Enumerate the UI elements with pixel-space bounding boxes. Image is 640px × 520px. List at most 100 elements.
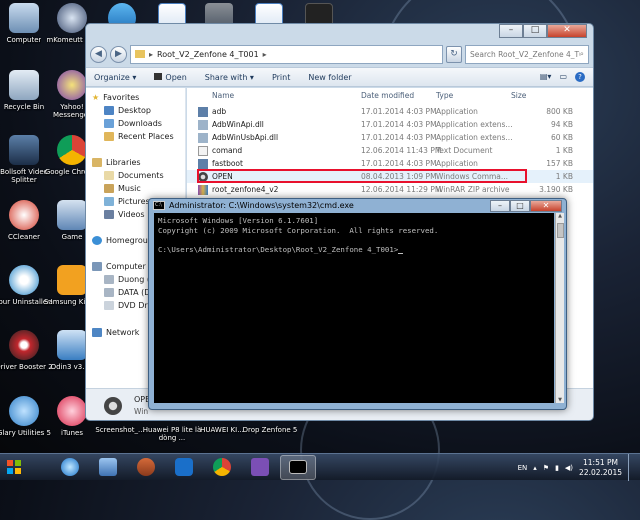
- music-icon: [104, 184, 114, 193]
- explorer-window-buttons: – □ ✕: [499, 24, 587, 38]
- glary-icon: [9, 396, 39, 426]
- command-bar: Organize ▾ Open Share with ▾ Print New f…: [86, 67, 593, 87]
- network-icon[interactable]: ▮: [555, 464, 559, 472]
- star-icon: ★: [92, 93, 100, 102]
- open-button[interactable]: Open: [154, 72, 187, 82]
- scroll-thumb[interactable]: [557, 223, 564, 238]
- address-bar[interactable]: ▸ Root_V2_Zenfone 4_T001 ▸: [130, 44, 443, 64]
- column-type[interactable]: Type: [436, 91, 453, 100]
- yahoo-icon: [57, 70, 87, 100]
- nav-libraries[interactable]: Libraries: [92, 158, 141, 167]
- start-button[interactable]: [0, 454, 28, 481]
- console-line: Microsoft Windows [Version 6.1.7601]: [158, 216, 319, 225]
- taskbar: EN ▴ ⚑ ▮ ◀) 11:51 PM 22.02.2015: [0, 453, 640, 481]
- documents-icon: [104, 171, 114, 180]
- flag-icon[interactable]: ⚑: [543, 464, 549, 472]
- column-size[interactable]: Size: [511, 91, 526, 100]
- taskbar-cmd[interactable]: [280, 454, 316, 480]
- column-date[interactable]: Date modified: [361, 91, 414, 100]
- view-options-icon[interactable]: ▤▾: [540, 72, 552, 82]
- taskbar-chrome[interactable]: [204, 455, 240, 480]
- forward-button[interactable]: ▶: [110, 45, 127, 63]
- teamviewer-icon: [175, 458, 193, 476]
- scroll-down-icon[interactable]: ▼: [556, 397, 564, 403]
- scroll-up-icon[interactable]: ▲: [556, 213, 564, 219]
- pictures-icon: [104, 197, 114, 206]
- kies-icon: [57, 265, 87, 295]
- network-icon: [92, 328, 102, 337]
- cmd-icon: C:\: [153, 201, 165, 210]
- taskbar-app[interactable]: [128, 455, 164, 480]
- desktop-icon: [104, 106, 114, 115]
- organize-button[interactable]: Organize ▾: [94, 73, 136, 82]
- cmd-titlebar[interactable]: C:\ Administrator: C:\Windows\system32\c…: [153, 201, 354, 210]
- chrome-icon: [213, 458, 231, 476]
- cmd-close-button[interactable]: ✕: [530, 200, 562, 212]
- nav-videos[interactable]: Videos: [104, 210, 145, 219]
- system-tray: EN ▴ ⚑ ▮ ◀) 11:51 PM 22.02.2015: [518, 454, 640, 481]
- computer-icon: [9, 3, 39, 33]
- nav-favorites[interactable]: ★ Favorites: [92, 93, 139, 102]
- view-controls: ▤▾ ▭ ?: [540, 72, 593, 82]
- volume-icon[interactable]: ◀): [565, 464, 573, 472]
- details-type: Win: [134, 407, 149, 416]
- file-row-adbwinapi[interactable]: AdbWinApi.dll 17.01.2014 4:03 PM Applica…: [187, 118, 593, 131]
- taskbar-ie[interactable]: [52, 455, 88, 480]
- cmd-scrollbar[interactable]: ▲ ▼: [555, 213, 564, 403]
- preview-pane-icon[interactable]: ▭: [559, 72, 567, 82]
- nav-recent-places[interactable]: Recent Places: [104, 132, 174, 141]
- print-button[interactable]: Print: [272, 73, 290, 82]
- search-input[interactable]: Search Root_V2_Zenfone 4_T001 ⌕: [465, 44, 589, 64]
- back-button[interactable]: ◀: [90, 45, 107, 63]
- refresh-button[interactable]: ↻: [446, 45, 462, 63]
- archive-icon: [198, 185, 208, 195]
- show-desktop-button[interactable]: [628, 454, 636, 481]
- folder-icon: [57, 200, 87, 230]
- uninstaller-icon: [9, 265, 39, 295]
- close-button[interactable]: ✕: [547, 24, 587, 38]
- nav-network[interactable]: Network: [92, 328, 139, 337]
- taskbar-visual-studio[interactable]: [242, 455, 278, 480]
- drive-icon: [104, 288, 114, 297]
- new-folder-button[interactable]: New folder: [308, 73, 351, 82]
- cmd-minimize-button[interactable]: –: [490, 200, 510, 212]
- nav-documents[interactable]: Documents: [104, 171, 164, 180]
- file-row-adbwinusbapi[interactable]: AdbWinUsbApi.dll 17.01.2014 4:03 PM Appl…: [187, 131, 593, 144]
- folder-icon: [135, 50, 145, 58]
- console-prompt-line: C:\Users\Administrator\Desktop\Root_V2_Z…: [158, 245, 550, 254]
- nav-music[interactable]: Music: [104, 184, 141, 193]
- nav-downloads[interactable]: Downloads: [104, 119, 162, 128]
- file-row-comand[interactable]: comand 12.06.2014 11:43 PM Text Document…: [187, 144, 593, 157]
- column-name[interactable]: Name: [212, 91, 234, 100]
- nav-computer[interactable]: Computer: [92, 262, 146, 271]
- breadcrumb-current[interactable]: Root_V2_Zenfone 4_T001: [157, 50, 259, 59]
- internet-explorer-icon: [61, 458, 79, 476]
- taskbar-explorer[interactable]: [90, 455, 126, 480]
- share-with-button[interactable]: Share with ▾: [205, 73, 254, 82]
- homegroup-icon: [92, 236, 102, 245]
- console-output[interactable]: Microsoft Windows [Version 6.1.7601] Copy…: [154, 213, 554, 403]
- visual-studio-icon: [251, 458, 269, 476]
- dll-icon: [198, 120, 208, 130]
- application-icon: [198, 107, 208, 117]
- nav-desktop[interactable]: Desktop: [104, 106, 151, 115]
- application-icon: [198, 159, 208, 169]
- language-indicator[interactable]: EN: [518, 464, 528, 472]
- clock[interactable]: 11:51 PM 22.02.2015: [579, 458, 622, 478]
- cmd-icon: [289, 460, 307, 474]
- tray-expand-icon[interactable]: ▴: [533, 464, 537, 472]
- desktop-icon-drop-zenfone[interactable]: Drop Zenfone 5: [238, 423, 302, 442]
- file-row-root-zenfone[interactable]: root_zenfone4_v2 12.06.2014 11:29 PM Win…: [187, 183, 593, 196]
- recent-places-icon: [104, 132, 114, 141]
- help-icon[interactable]: ?: [575, 72, 585, 82]
- cmd-maximize-button[interactable]: □: [510, 200, 530, 212]
- maximize-button[interactable]: □: [523, 24, 547, 38]
- taskbar-teamviewer[interactable]: [166, 455, 202, 480]
- search-icon: ⌕: [579, 49, 584, 58]
- minimize-button[interactable]: –: [499, 24, 523, 38]
- nav-homegroup[interactable]: Homegroup: [92, 236, 153, 245]
- file-row-adb[interactable]: adb 17.01.2014 4:03 PM Application 800 K…: [187, 105, 593, 118]
- nav-pictures[interactable]: Pictures: [104, 197, 150, 206]
- driver-booster-icon: [9, 330, 39, 360]
